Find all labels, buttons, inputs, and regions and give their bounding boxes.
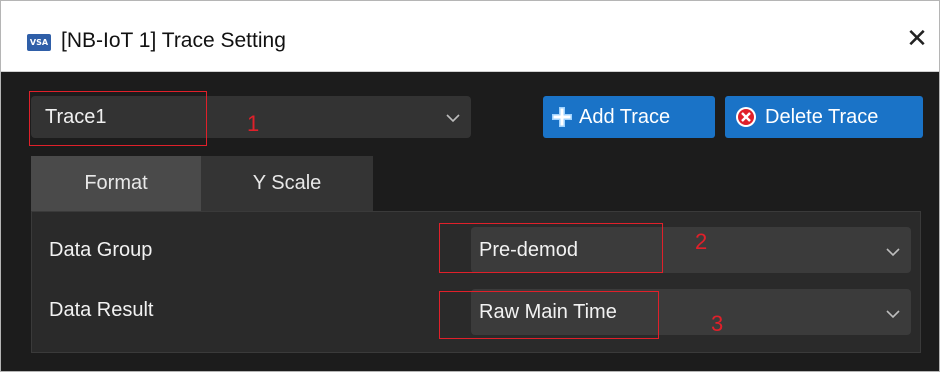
delete-trace-button[interactable]: Delete Trace <box>725 96 923 138</box>
trace-setting-dialog: VSA [NB-IoT 1] Trace Setting ✕ Trace1 Ad… <box>0 0 940 372</box>
chevron-down-icon <box>886 310 900 319</box>
annotation-box-3 <box>439 291 659 339</box>
tab-format[interactable]: Format <box>31 156 201 211</box>
annotation-marker-2: 2 <box>695 229 708 254</box>
window-title: [NB-IoT 1] Trace Setting <box>61 29 286 52</box>
annotation-marker-3: 3 <box>711 311 724 336</box>
add-trace-label: Add Trace <box>579 106 671 128</box>
vsa-app-icon: VSA <box>27 34 51 51</box>
annotation-box-1 <box>29 91 207 146</box>
data-group-label: Data Group <box>49 239 153 261</box>
delete-circle-icon <box>736 107 756 127</box>
chevron-down-icon <box>446 114 460 123</box>
chevron-down-icon <box>886 248 900 257</box>
close-button[interactable]: ✕ <box>897 19 937 59</box>
add-trace-button[interactable]: Add Trace <box>543 96 715 138</box>
annotation-box-2 <box>439 223 663 273</box>
tab-y-scale[interactable]: Y Scale <box>201 156 373 211</box>
title-bar: VSA [NB-IoT 1] Trace Setting ✕ <box>1 1 939 72</box>
plus-icon <box>552 107 572 127</box>
annotation-marker-1: 1 <box>247 111 260 136</box>
delete-trace-label: Delete Trace <box>765 106 879 128</box>
data-result-label: Data Result <box>49 299 154 321</box>
close-icon: ✕ <box>906 24 928 54</box>
